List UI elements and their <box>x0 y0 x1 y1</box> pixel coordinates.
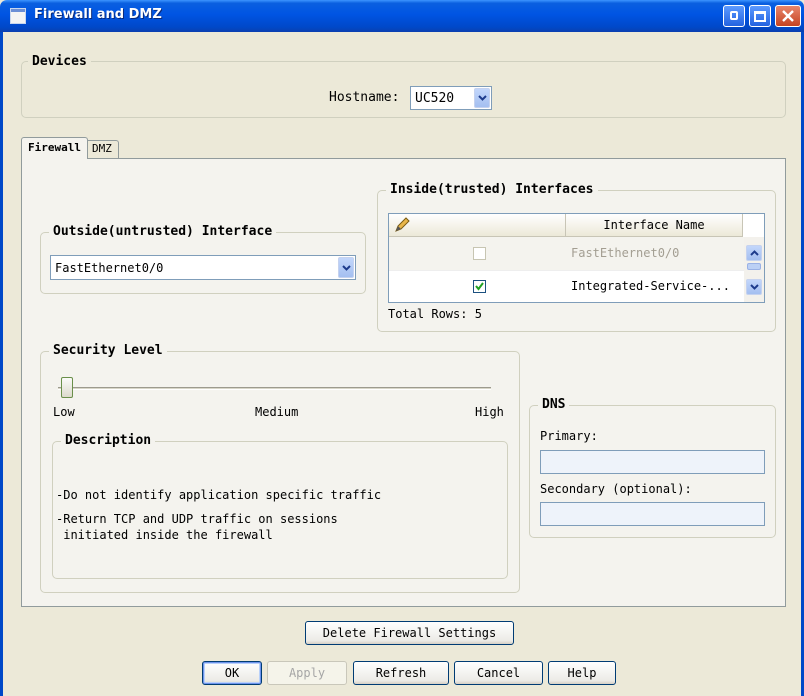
total-rows-label: Total Rows: 5 <box>388 307 482 321</box>
dns-primary-input[interactable] <box>540 450 765 474</box>
maximize-icon <box>754 11 766 22</box>
description-line: initiated inside the firewall <box>56 528 273 542</box>
outside-interface-dropdown-button[interactable] <box>338 257 354 278</box>
ok-button[interactable]: OK <box>202 661 262 685</box>
inside-interfaces-table: Interface Name FastEthernet0/0 Integrate… <box>388 213 765 303</box>
table-row[interactable]: FastEthernet0/0 <box>389 237 744 270</box>
level-medium-label: Medium <box>255 405 299 419</box>
row-checkbox <box>473 247 486 260</box>
dns-primary-label: Primary: <box>540 429 598 443</box>
description-line: -Do not identify application specific tr… <box>56 488 382 502</box>
interface-name-column-header[interactable]: Interface Name <box>566 214 743 237</box>
scroll-thumb[interactable] <box>747 263 761 270</box>
minimize-button[interactable] <box>723 5 745 27</box>
security-level-slider-track[interactable] <box>58 387 491 390</box>
cancel-button[interactable]: Cancel <box>454 661 543 685</box>
window-icon <box>10 8 26 24</box>
security-level-slider-thumb[interactable] <box>61 377 73 398</box>
devices-legend: Devices <box>28 54 91 69</box>
level-low-label: Low <box>53 405 75 419</box>
row-checkbox[interactable] <box>473 280 486 293</box>
hostname-dropdown-button[interactable] <box>474 88 490 108</box>
hostname-label: Hostname: <box>329 90 400 105</box>
interface-name-cell: FastEthernet0/0 <box>571 246 680 260</box>
tab-firewall[interactable]: Firewall <box>21 137 88 159</box>
pencil-icon <box>395 217 410 232</box>
scroll-up-button[interactable] <box>746 245 762 261</box>
tab-dmz[interactable]: DMZ <box>85 140 119 158</box>
help-button[interactable]: Help <box>548 661 616 685</box>
description-line: -Return TCP and UDP traffic on sessions <box>56 512 338 526</box>
hostname-value: UC520 <box>415 91 455 106</box>
hostname-select[interactable]: UC520 <box>410 86 492 110</box>
security-level-legend: Security Level <box>49 343 167 358</box>
chevron-down-icon <box>341 264 351 271</box>
chevron-up-icon <box>749 250 759 256</box>
checkmark-icon <box>475 282 484 291</box>
table-row[interactable]: Integrated-Service-... <box>389 270 744 302</box>
interface-name-cell: Integrated-Service-... <box>571 279 730 293</box>
apply-button[interactable]: Apply <box>267 661 347 685</box>
edit-column-header[interactable] <box>389 214 566 237</box>
scroll-down-button[interactable] <box>746 279 762 295</box>
chevron-down-icon <box>749 284 759 290</box>
dns-secondary-label: Secondary (optional): <box>540 482 692 496</box>
inside-interfaces-legend: Inside(trusted) Interfaces <box>386 182 598 197</box>
outside-interface-select[interactable]: FastEthernet0/0 <box>50 255 356 280</box>
outside-interface-value: FastEthernet0/0 <box>55 261 164 275</box>
outside-interface-legend: Outside(untrusted) Interface <box>49 224 277 239</box>
refresh-button[interactable]: Refresh <box>353 661 449 685</box>
chevron-down-icon <box>477 95 487 101</box>
minimize-icon <box>730 11 738 20</box>
description-legend: Description <box>61 433 156 448</box>
tab-dmz-label: DMZ <box>92 142 112 155</box>
maximize-button[interactable] <box>749 5 771 27</box>
table-scrollbar[interactable] <box>744 237 764 302</box>
tab-firewall-label: Firewall <box>28 141 81 154</box>
delete-firewall-settings-button[interactable]: Delete Firewall Settings <box>305 621 514 645</box>
dns-secondary-input[interactable] <box>540 502 765 526</box>
dns-legend: DNS <box>538 397 570 412</box>
devices-group: Devices <box>21 54 786 118</box>
close-button[interactable] <box>775 5 801 27</box>
description-group: Description <box>52 433 508 579</box>
close-icon <box>782 10 794 22</box>
window-title: Firewall and DMZ <box>34 7 162 22</box>
level-high-label: High <box>475 405 504 419</box>
